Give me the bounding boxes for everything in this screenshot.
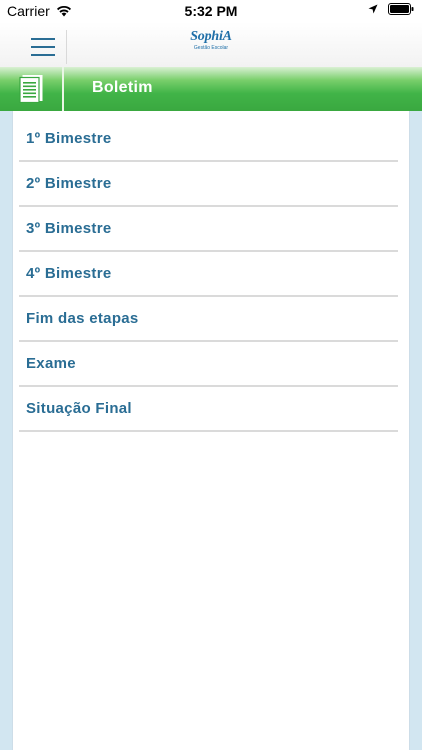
menu-item-4-bimestre[interactable]: 4º Bimestre <box>19 252 398 297</box>
logo-subtitle: Gestão Escolar <box>193 45 229 51</box>
menu-item-label: Situação Final <box>26 400 132 417</box>
location-arrow-icon <box>368 4 378 14</box>
page-title: Boletim <box>92 79 153 96</box>
menu-item-label: Exame <box>26 355 76 372</box>
document-icon <box>19 75 43 103</box>
content-panel: 1º Bimestre 2º Bimestre 3º Bimestre 4º B… <box>12 111 410 750</box>
content-background: 1º Bimestre 2º Bimestre 3º Bimestre 4º B… <box>0 111 422 750</box>
status-right <box>368 3 414 15</box>
menu-item-1-bimestre[interactable]: 1º Bimestre <box>19 117 398 162</box>
menu-item-label: 4º Bimestre <box>26 265 112 282</box>
status-bar: Carrier 5:32 PM <box>0 0 422 22</box>
menu-item-3-bimestre[interactable]: 3º Bimestre <box>19 207 398 252</box>
status-time: 5:32 PM <box>184 3 238 19</box>
menu-item-2-bimestre[interactable]: 2º Bimestre <box>19 162 398 207</box>
menu-item-exame[interactable]: Exame <box>19 342 398 387</box>
menu-item-label: 2º Bimestre <box>26 175 112 192</box>
header-divider <box>66 30 67 64</box>
hamburger-menu-icon <box>31 38 55 56</box>
menu-item-label: 3º Bimestre <box>26 220 112 237</box>
top-header: SophiA Gestão Escolar <box>0 22 422 68</box>
sophia-logo: SophiA Gestão Escolar <box>188 29 234 57</box>
menu-item-label: Fim das etapas <box>26 310 139 327</box>
menu-item-fim-das-etapas[interactable]: Fim das etapas <box>19 297 398 342</box>
page-icon-box <box>0 67 64 111</box>
boletim-menu-list: 1º Bimestre 2º Bimestre 3º Bimestre 4º B… <box>19 117 398 432</box>
page-header: Boletim <box>0 67 422 111</box>
hamburger-menu-button[interactable] <box>31 36 55 58</box>
logo-text: SophiA <box>190 29 232 44</box>
battery-icon <box>388 3 414 15</box>
menu-item-label: 1º Bimestre <box>26 130 112 147</box>
menu-item-situacao-final[interactable]: Situação Final <box>19 387 398 432</box>
